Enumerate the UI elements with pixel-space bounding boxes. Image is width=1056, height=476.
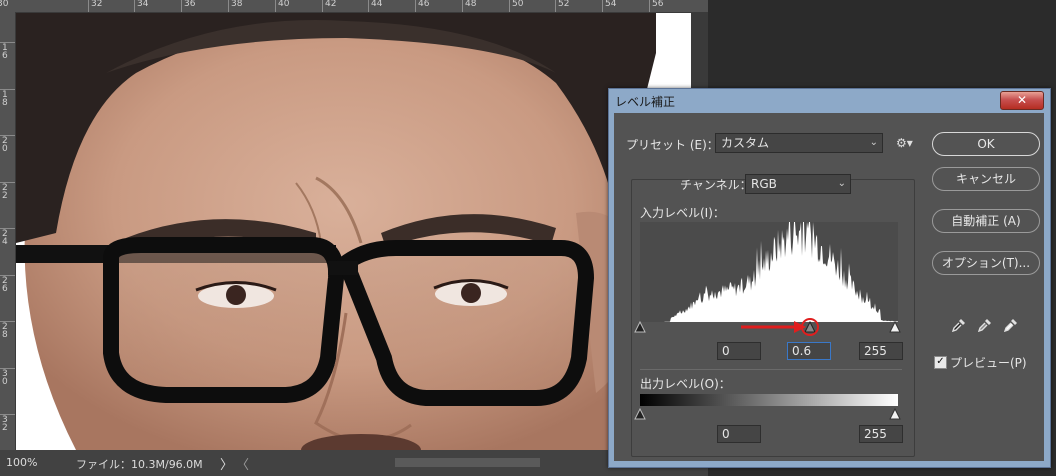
annotation-arrow xyxy=(741,318,819,336)
dialog-title: レベル補正 xyxy=(615,95,676,109)
ruler-left: 16 18 20 22 24 26 28 30 32 xyxy=(0,12,16,450)
ruler-tick-label: 36 xyxy=(184,0,196,9)
close-button[interactable]: ✕ xyxy=(1000,91,1044,110)
ruler-tick xyxy=(228,0,229,12)
ruler-tick xyxy=(88,0,89,12)
status-bar: 100% ファイル：10.3M/96.0M 〉 〈 xyxy=(0,450,708,476)
ruler-tick-label: 56 xyxy=(652,0,664,9)
chevron-down-icon: ⌄ xyxy=(869,137,878,148)
gray-eyedropper-icon[interactable] xyxy=(978,318,992,332)
ruler-tick xyxy=(322,0,323,12)
file-size-info: ファイル：10.3M/96.0M xyxy=(76,458,203,471)
histogram-shape xyxy=(640,222,898,322)
ruler-tick-label: 42 xyxy=(325,0,337,9)
ruler-tick-label: 48 xyxy=(465,0,477,9)
input-levels-label: 入力レベル(I)： xyxy=(640,206,725,220)
output-black-field[interactable]: 0 xyxy=(717,425,761,443)
channel-select[interactable]: RGB ⌄ xyxy=(745,174,851,194)
auto-button[interactable]: 自動補正 (A) xyxy=(932,209,1040,233)
black-eyedropper-icon[interactable] xyxy=(952,318,966,332)
preset-select[interactable]: カスタム ⌄ xyxy=(715,133,883,153)
photo-image xyxy=(16,13,691,450)
ruler-tick-label: 46 xyxy=(418,0,430,9)
ruler-tick xyxy=(134,0,135,12)
document-canvas[interactable] xyxy=(16,13,691,450)
input-white-slider[interactable] xyxy=(889,320,901,333)
ruler-tick-label: 30 xyxy=(0,0,9,9)
input-black-field[interactable]: 0 xyxy=(717,342,761,360)
ruler-tick-label: 30 xyxy=(2,368,8,387)
status-menu-arrow[interactable]: 〉 xyxy=(220,454,233,473)
channel-value: RGB xyxy=(751,177,777,191)
ruler-tick xyxy=(275,0,276,12)
cancel-button[interactable]: キャンセル xyxy=(932,167,1040,191)
ruler-tick xyxy=(649,0,650,12)
output-white-field[interactable]: 255 xyxy=(859,425,903,443)
zoom-level[interactable]: 100% xyxy=(6,456,37,469)
ruler-tick-label: 54 xyxy=(605,0,617,9)
chevron-down-icon: ⌄ xyxy=(837,178,846,189)
preset-label: プリセット (E)： xyxy=(626,138,719,152)
output-black-slider[interactable] xyxy=(634,407,646,420)
ruler-tick xyxy=(415,0,416,12)
input-gamma-field[interactable]: 0.6 xyxy=(787,342,831,360)
ruler-tick-label: 16 xyxy=(2,43,8,61)
ruler-tick-label: 50 xyxy=(512,0,524,9)
ruler-tick-label: 44 xyxy=(371,0,383,9)
histogram-graph xyxy=(640,222,898,322)
ruler-tick xyxy=(509,0,510,12)
preview-checkbox[interactable]: ✓ xyxy=(934,356,947,369)
preview-label: プレビュー(P) xyxy=(950,356,1027,370)
ruler-tick xyxy=(181,0,182,12)
white-eyedropper-icon[interactable] xyxy=(1004,318,1018,332)
ruler-tick-label: 52 xyxy=(558,0,570,9)
ruler-tick-label: 26 xyxy=(2,275,8,294)
ruler-tick-label: 22 xyxy=(2,182,8,201)
ruler-tick-label: 18 xyxy=(2,89,8,108)
ruler-tick-label: 32 xyxy=(91,0,103,9)
ruler-tick-label: 38 xyxy=(231,0,243,9)
dialog-body: プリセット (E)： カスタム ⌄ ⚙▾ チャンネル： RGB ⌄ 入力レベル(… xyxy=(614,113,1044,461)
histogram xyxy=(640,222,898,322)
output-levels-label: 出力レベル(O)： xyxy=(640,377,731,391)
ruler-tick-label: 20 xyxy=(2,136,8,154)
divider xyxy=(640,369,902,370)
input-white-field[interactable]: 255 xyxy=(859,342,903,360)
levels-dialog: レベル補正 ✕ プリセット (E)： カスタム ⌄ ⚙▾ チャンネル： RGB … xyxy=(608,88,1051,468)
ruler-tick xyxy=(368,0,369,12)
options-button[interactable]: オプション(T)... xyxy=(932,251,1040,275)
preset-value: カスタム xyxy=(721,136,770,150)
ruler-tick-label: 34 xyxy=(137,0,149,9)
ruler-tick xyxy=(555,0,556,12)
ruler-tick-label: 24 xyxy=(2,229,8,247)
output-gradient-bar xyxy=(640,394,898,406)
ruler-tick-label: 28 xyxy=(2,322,8,340)
horizontal-scrollbar[interactable] xyxy=(395,458,540,467)
gear-icon[interactable]: ⚙▾ xyxy=(896,136,913,150)
scroll-left-arrow[interactable]: 〈 xyxy=(236,454,249,473)
close-icon: ✕ xyxy=(1016,93,1028,107)
output-white-slider[interactable] xyxy=(889,407,901,420)
ok-button[interactable]: OK xyxy=(932,132,1040,156)
ruler-tick-label: 32 xyxy=(2,415,8,433)
ruler-tick-label: 40 xyxy=(278,0,290,9)
ruler-tick xyxy=(602,0,603,12)
channel-label: チャンネル： xyxy=(680,178,752,192)
output-slider-track[interactable] xyxy=(634,407,904,421)
ruler-tick xyxy=(462,0,463,12)
ruler-top: 30 32 34 36 38 40 42 44 46 48 50 52 54 56 xyxy=(0,0,708,13)
input-black-slider[interactable] xyxy=(634,320,646,333)
